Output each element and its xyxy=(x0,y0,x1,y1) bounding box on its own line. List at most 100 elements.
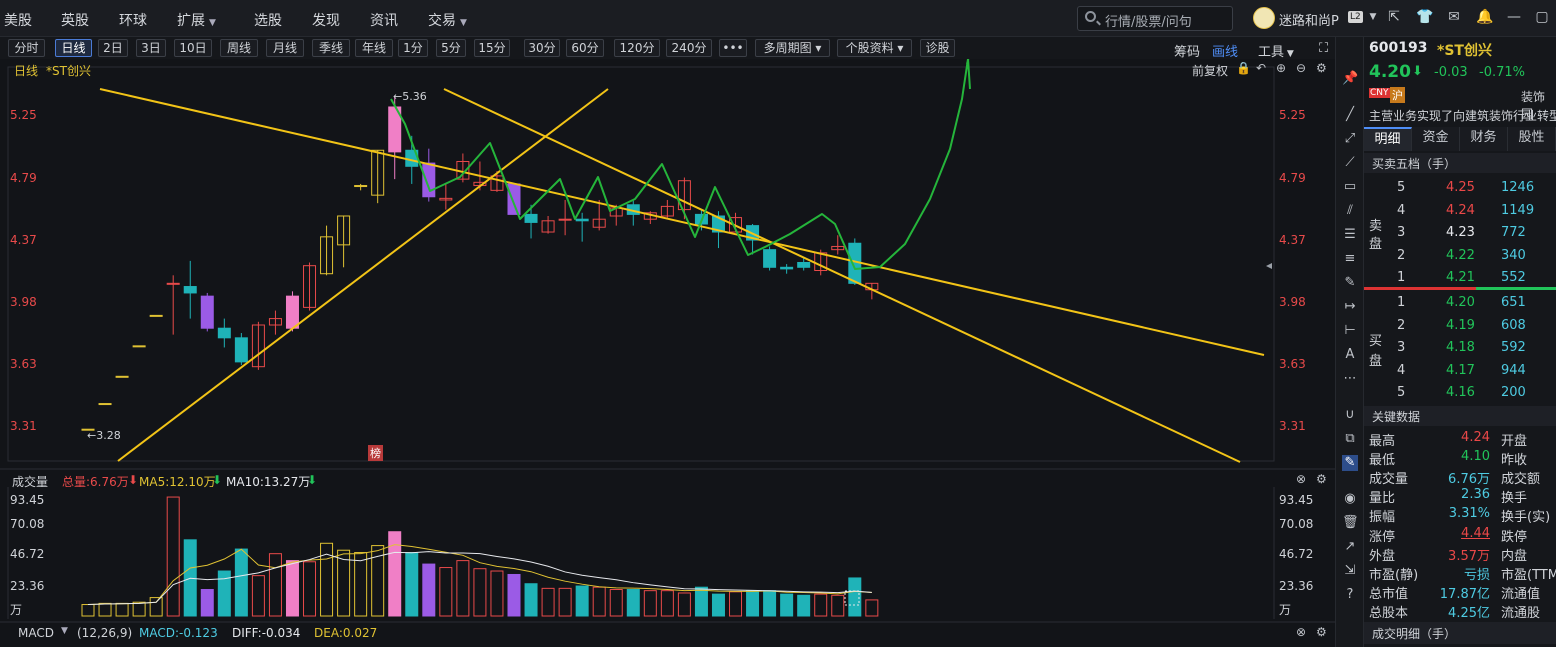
close-icon[interactable]: ⊗ xyxy=(1296,625,1306,639)
shirt-icon[interactable]: 👕 xyxy=(1416,9,1433,25)
volume-bar xyxy=(422,563,436,617)
panel-tab[interactable]: 资金 xyxy=(1412,127,1460,151)
list-tag[interactable]: 榜 xyxy=(368,445,383,461)
measure-tool-icon[interactable]: ↦ xyxy=(1342,299,1358,315)
minimize-icon[interactable]: — xyxy=(1506,9,1522,25)
orderbook-level: 1 xyxy=(1397,270,1406,286)
period-button[interactable]: 5分 xyxy=(436,39,466,57)
brush-tool-icon[interactable]: ✎ xyxy=(1342,275,1358,291)
segment-tool-icon[interactable]: ⤢ xyxy=(1342,131,1358,147)
nav-item[interactable]: 资讯 xyxy=(370,10,398,30)
ruler-tool-icon[interactable]: ⊢ xyxy=(1342,323,1358,339)
period-button[interactable]: 个股资料 ▾ xyxy=(837,39,912,57)
chevron-down-icon[interactable]: ▼ xyxy=(1365,9,1381,25)
help-icon[interactable]: ? xyxy=(1342,587,1358,603)
macd-title[interactable]: MACD xyxy=(18,626,54,640)
draw-button[interactable]: 画线 xyxy=(1212,41,1238,60)
period-button[interactable]: 1分 xyxy=(398,39,428,57)
zoom-out-icon[interactable]: ⊖ xyxy=(1296,61,1306,75)
tools-button[interactable]: 工具 ▼ xyxy=(1258,41,1294,60)
period-button[interactable]: 日线 xyxy=(55,39,92,57)
panel-tab[interactable]: 股性 xyxy=(1508,127,1556,151)
period-button[interactable]: 2日 xyxy=(98,39,128,57)
polyline-tool-icon[interactable]: ⟋ xyxy=(1342,155,1358,171)
trash-icon[interactable]: 🗑 xyxy=(1342,515,1359,531)
export-icon[interactable]: ⇲ xyxy=(1342,563,1358,579)
period-button[interactable]: 年线 xyxy=(355,39,393,57)
chips-button[interactable]: 筹码 xyxy=(1174,41,1200,60)
mail-icon[interactable]: ✉ xyxy=(1446,9,1462,25)
period-button[interactable]: ••• xyxy=(719,39,747,57)
avatar[interactable] xyxy=(1253,7,1275,29)
stock-name: *ST创兴 xyxy=(1437,43,1492,59)
volume-bar xyxy=(303,561,317,617)
gear-icon[interactable]: ⚙ xyxy=(1316,472,1327,486)
trades-title: 成交明细（手） xyxy=(1372,627,1457,641)
volume-total: 总量:6.76万 xyxy=(62,475,129,489)
nav-item[interactable]: 扩展 ▼ xyxy=(177,10,216,30)
copy-icon[interactable]: ⧉ xyxy=(1342,431,1358,447)
period-button[interactable]: 多周期图 ▾ xyxy=(755,39,830,57)
price-tick: 3.31 xyxy=(1279,419,1306,433)
nav-item[interactable]: 交易 ▼ xyxy=(428,10,467,30)
period-button[interactable]: 30分 xyxy=(524,39,560,57)
trades-header[interactable]: 成交明细（手） xyxy=(1364,622,1556,644)
adjust-label[interactable]: 前复权 xyxy=(1192,62,1228,79)
pin-icon[interactable]: 📌 xyxy=(1342,71,1358,87)
rect-tool-icon[interactable]: ▭ xyxy=(1342,179,1358,195)
period-button[interactable]: 240分 xyxy=(666,39,712,57)
nav-item[interactable]: 发现 xyxy=(312,10,340,30)
orderbook-level: 5 xyxy=(1397,385,1406,401)
lock-icon[interactable]: 🔒 xyxy=(1236,61,1251,75)
panel-tab[interactable]: 明细 xyxy=(1364,127,1412,151)
kline-chart[interactable] xyxy=(0,43,1335,647)
period-button[interactable]: 10日 xyxy=(174,39,212,57)
period-button[interactable]: 15分 xyxy=(474,39,510,57)
fullscreen-icon[interactable]: ⛶ xyxy=(1319,41,1328,56)
export-icon[interactable]: ⇱ xyxy=(1386,9,1402,25)
period-label: 日线 xyxy=(14,64,39,78)
period-button[interactable]: 3日 xyxy=(136,39,166,57)
parallel-tool-icon[interactable]: ⫽ xyxy=(1342,203,1358,219)
nav-item[interactable]: 美股 xyxy=(4,10,32,30)
search-input[interactable]: 行情/股票/问句 xyxy=(1105,11,1192,30)
maximize-icon[interactable]: ▢ xyxy=(1534,9,1550,25)
channel-tool-icon[interactable]: ≡ xyxy=(1342,251,1358,267)
username[interactable]: 迷路和尚P xyxy=(1279,10,1339,29)
volume-tick: 万 xyxy=(10,603,23,617)
fib-tool-icon[interactable]: ☰ xyxy=(1342,227,1358,243)
panel-tab[interactable]: 财务 xyxy=(1460,127,1508,151)
more-tools-icon[interactable]: ⋯ xyxy=(1342,371,1358,387)
nav-item[interactable]: 环球 xyxy=(119,10,147,30)
buy-label: 买 xyxy=(1369,334,1383,349)
undo-icon[interactable]: ↶ xyxy=(1256,61,1266,75)
period-button[interactable]: 120分 xyxy=(614,39,660,57)
period-button[interactable]: 60分 xyxy=(566,39,604,57)
period-button[interactable]: 分时 xyxy=(8,39,45,57)
eye-icon[interactable]: ◉ xyxy=(1342,491,1358,507)
period-button[interactable]: 季线 xyxy=(312,39,350,57)
edit-icon[interactable]: ✎ xyxy=(1342,455,1358,471)
close-icon[interactable]: ⊗ xyxy=(1296,472,1306,486)
chevron-down-icon[interactable]: ▼ xyxy=(61,626,68,636)
nav-item[interactable]: 选股 xyxy=(254,10,282,30)
gear-icon[interactable]: ⚙ xyxy=(1316,61,1327,75)
period-button[interactable]: 月线 xyxy=(266,39,304,57)
gear-icon[interactable]: ⚙ xyxy=(1316,625,1327,639)
caret-down-icon: ▼ xyxy=(460,18,467,28)
volume-bar xyxy=(626,589,640,617)
tools-label: 工具 xyxy=(1258,45,1285,60)
search-box[interactable]: 行情/股票/问句 xyxy=(1077,6,1233,31)
down-arrow-icon: ⬇ xyxy=(128,473,139,487)
bell-icon[interactable]: 🔔 xyxy=(1476,9,1493,25)
zoom-in-icon[interactable]: ⊕ xyxy=(1276,61,1286,75)
line-tool-icon[interactable]: ╱ xyxy=(1342,107,1358,123)
volume-bar xyxy=(865,599,879,617)
text-tool-icon[interactable]: A xyxy=(1342,347,1358,363)
volume-bar xyxy=(81,604,95,617)
magnet-icon[interactable]: ∪ xyxy=(1342,407,1358,423)
period-button[interactable]: 诊股 xyxy=(920,39,955,57)
nav-item[interactable]: 英股 xyxy=(61,10,89,30)
share-icon[interactable]: ↗ xyxy=(1342,539,1358,555)
period-button[interactable]: 周线 xyxy=(220,39,258,57)
